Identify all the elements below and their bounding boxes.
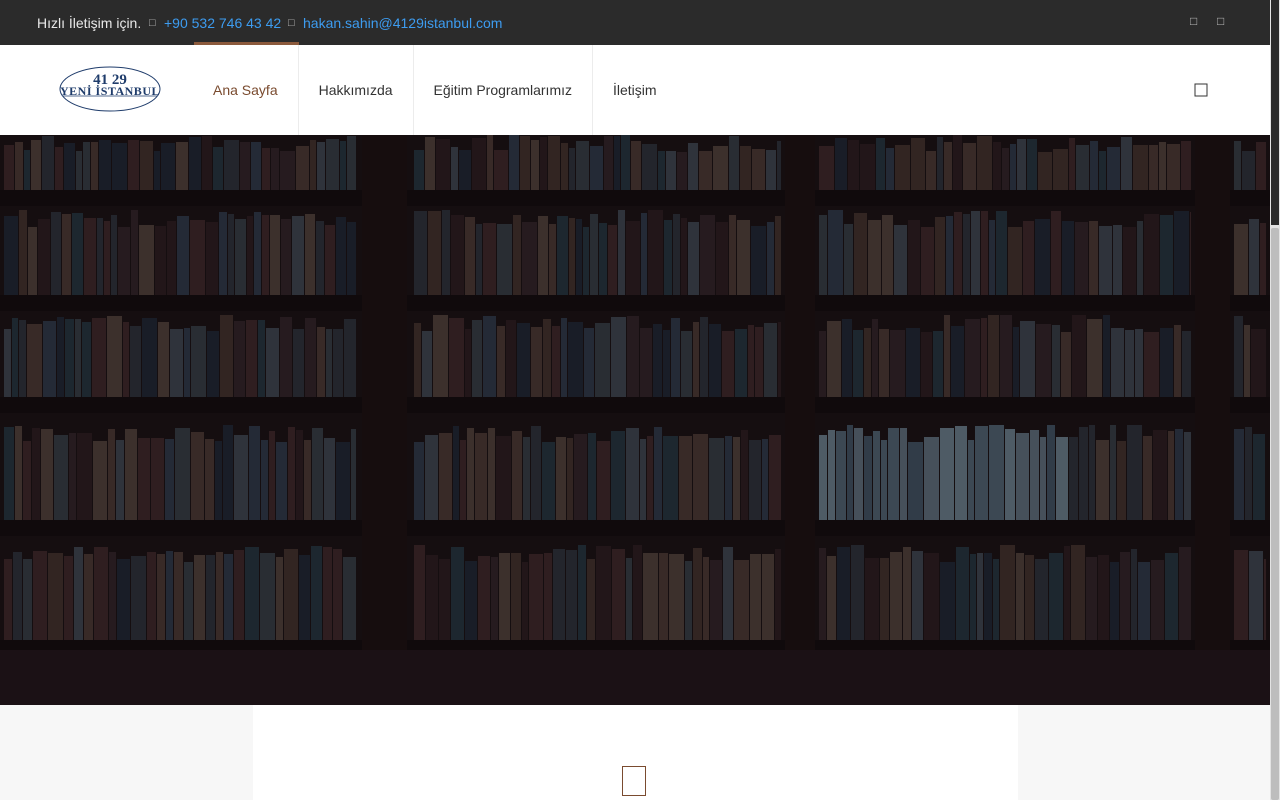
phone-contact: □ +90 532 746 43 42 bbox=[149, 15, 281, 31]
phone-link[interactable]: +90 532 746 43 42 bbox=[164, 15, 281, 31]
hero-overlay bbox=[0, 135, 1270, 705]
logo-main-text: YENİ İSTANBUL bbox=[60, 84, 160, 98]
nav-item-egitim-programlarimiz[interactable]: Eğitim Programlarımız bbox=[414, 45, 593, 135]
hero-bookshelf-image bbox=[0, 135, 1270, 705]
nav-item-iletisim[interactable]: İletişim bbox=[593, 45, 677, 135]
email-link[interactable]: hakan.sahin@4129istanbul.com bbox=[303, 15, 502, 31]
bookshelf-illustration bbox=[0, 135, 1270, 705]
facebook-icon[interactable]: □ bbox=[1190, 14, 1197, 28]
section-icon bbox=[622, 766, 646, 796]
envelope-icon: □ bbox=[288, 17, 295, 29]
site-logo[interactable]: 41 29 YENİ İSTANBUL bbox=[57, 63, 163, 115]
site-header: 41 29 YENİ İSTANBUL Ana Sayfa Hakkımızda… bbox=[0, 45, 1270, 135]
scrollbar-thumb[interactable] bbox=[1271, 228, 1279, 800]
instagram-icon[interactable]: □ bbox=[1217, 14, 1224, 28]
main-navigation: Ana Sayfa Hakkımızda Eğitim Programlarım… bbox=[193, 45, 677, 135]
nav-item-ana-sayfa[interactable]: Ana Sayfa bbox=[193, 45, 299, 135]
phone-icon: □ bbox=[149, 17, 156, 29]
nav-item-hakkimizda[interactable]: Hakkımızda bbox=[299, 45, 414, 135]
email-contact: □ hakan.sahin@4129istanbul.com bbox=[288, 15, 502, 31]
search-icon[interactable] bbox=[1194, 83, 1208, 97]
top-contact-bar: Hızlı İletişim için. □ +90 532 746 43 42… bbox=[0, 0, 1270, 45]
scrollbar-upper bbox=[1271, 0, 1279, 225]
quick-contact-label: Hızlı İletişim için. bbox=[37, 15, 142, 31]
